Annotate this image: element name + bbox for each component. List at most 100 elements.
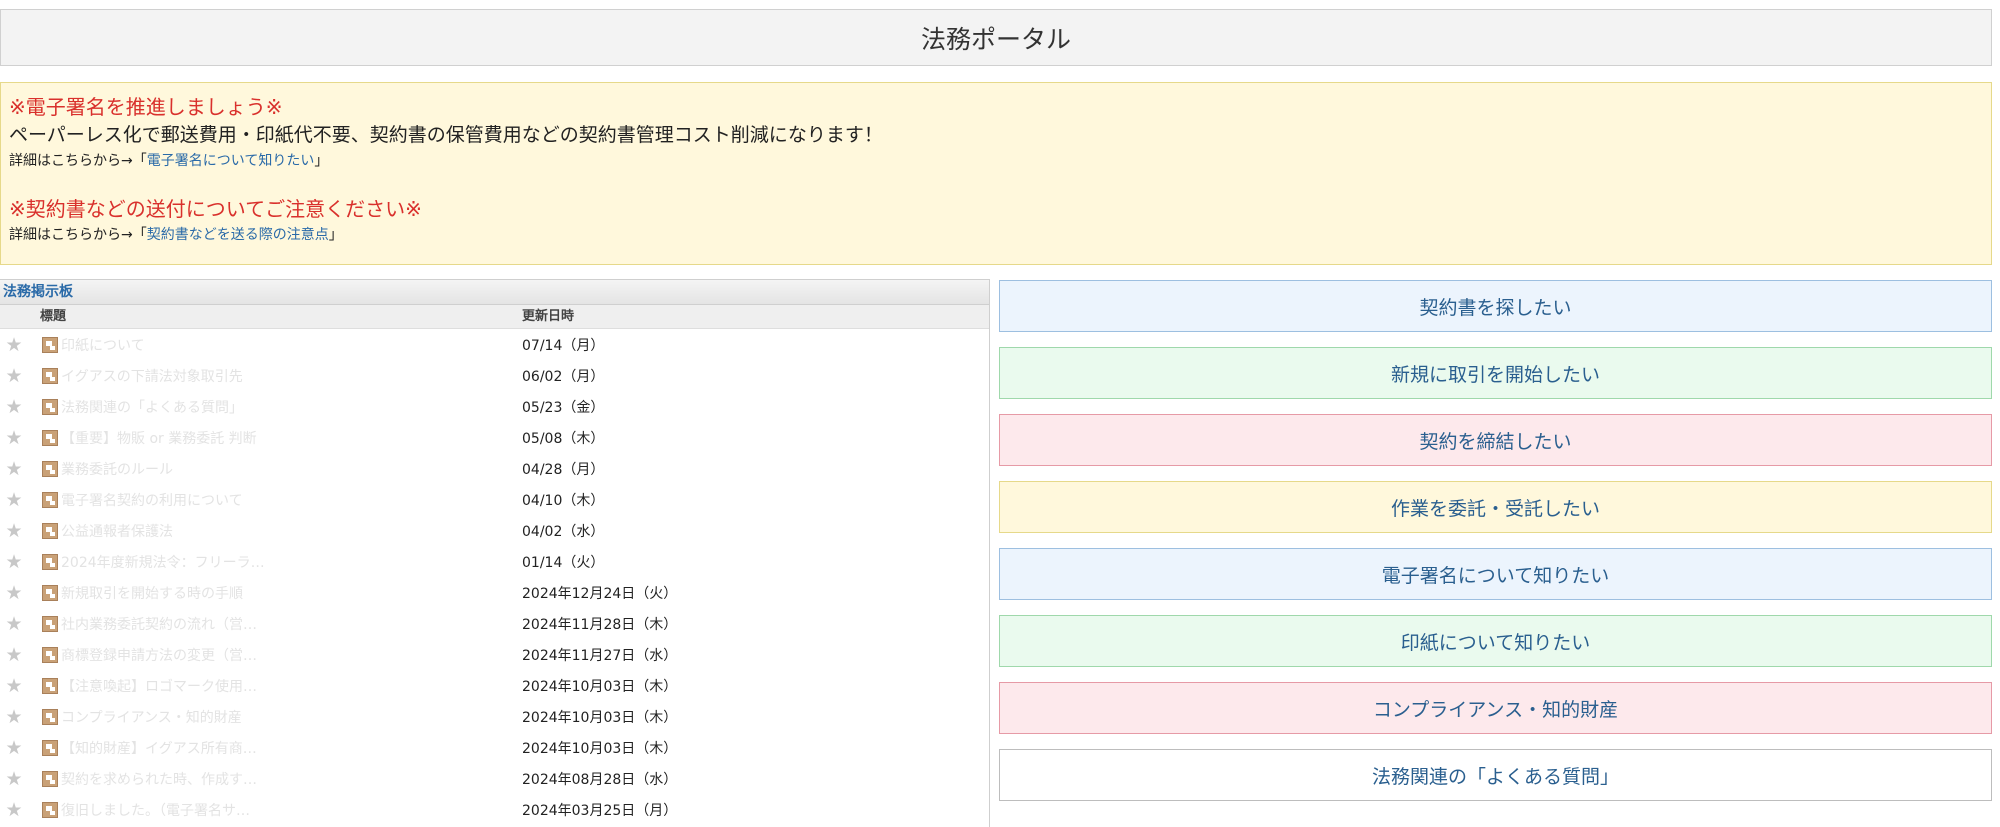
esign-detail-link[interactable]: 電子署名について知りたい [147,153,315,169]
board-title: 法務掲示板 [0,279,989,305]
portal-button-7[interactable]: コンプライアンス・知的財産 [999,682,1992,734]
notice-detail-esign: 詳細はこちらから→「電子署名について知りたい」 [9,153,329,169]
column-title[interactable]: 標題 [0,305,522,328]
table-row[interactable]: ★ 【重要】物販 or 業務委託 判断 05/08（木） [0,422,989,453]
document-icon [42,460,58,477]
star-icon[interactable]: ★ [0,365,28,387]
document-icon [42,801,58,818]
row-date: 2024年10月03日（木） [522,709,678,726]
document-icon [42,646,58,663]
document-icon [42,739,58,756]
table-row[interactable]: ★ 商標登録申請方法の変更（営… 2024年11月27日（水） [0,639,989,670]
star-icon[interactable]: ★ [0,582,28,604]
portal-button-6[interactable]: 印紙について知りたい [999,615,1992,667]
portal-button-3[interactable]: 契約を締結したい [999,414,1992,466]
row-title[interactable]: イグアスの下請法対象取引先 [60,366,522,386]
row-title[interactable]: 【重要】物販 or 業務委託 判断 [60,428,522,448]
star-icon[interactable]: ★ [0,551,28,573]
row-date: 06/02（月） [522,368,605,385]
row-title[interactable]: 公益通報者保護法 [60,521,522,541]
notice-heading-sending: ※契約書などの送付についてご注意ください※ [9,197,422,221]
table-row[interactable]: ★ イグアスの下請法対象取引先 06/02（月） [0,360,989,391]
portal-button-1[interactable]: 契約書を探したい [999,280,1992,332]
table-row[interactable]: ★ 【知的財産】イグアス所有商… 2024年10月03日（木） [0,732,989,763]
document-icon [42,398,58,415]
row-date: 04/02（水） [522,523,605,540]
star-icon[interactable]: ★ [0,489,28,511]
star-icon[interactable]: ★ [0,396,28,418]
star-icon[interactable]: ★ [0,334,28,356]
star-icon[interactable]: ★ [0,737,28,759]
star-icon[interactable]: ★ [0,458,28,480]
row-date: 04/10（木） [522,492,605,509]
row-title[interactable]: 社内業務委託契約の流れ（営… [60,614,522,634]
document-icon [42,367,58,384]
table-row[interactable]: ★ 業務委託のルール 04/28（月） [0,453,989,484]
document-icon [42,522,58,539]
row-date: 05/08（木） [522,430,605,447]
row-date: 04/28（月） [522,461,605,478]
row-date: 2024年11月27日（水） [522,647,678,664]
document-icon [42,770,58,787]
portal-button-2[interactable]: 新規に取引を開始したい [999,347,1992,399]
star-icon[interactable]: ★ [0,427,28,449]
star-icon[interactable]: ★ [0,520,28,542]
table-row[interactable]: ★ 法務関連の「よくある質問」 05/23（金） [0,391,989,422]
legal-bulletin-board: 法務掲示板 標題 更新日時 ★ 印紙について 07/14（月） ★ イグアスの下請法対象… [0,279,990,827]
row-date: 2024年10月03日（木） [522,740,678,757]
notice-heading-esign: ※電子署名を推進しましょう※ [9,95,283,119]
notice-panel: ※電子署名を推進しましょう※ ペーパーレス化で郵送費用・印紙代不要、契約書の保管… [0,82,1992,265]
portal-button-5[interactable]: 電子署名について知りたい [999,548,1992,600]
star-icon[interactable]: ★ [0,644,28,666]
board-rows: ★ 印紙について 07/14（月） ★ イグアスの下請法対象取引先 06/02（月） ★ 法務… [0,329,989,825]
star-icon[interactable]: ★ [0,613,28,635]
document-icon [42,708,58,725]
table-row[interactable]: ★ 公益通報者保護法 04/02（水） [0,515,989,546]
row-title[interactable]: 業務委託のルール [60,459,522,479]
row-date: 2024年08月28日（水） [522,771,678,788]
portal-button-8[interactable]: 法務関連の「よくある質問」 [999,749,1992,801]
document-icon [42,336,58,353]
row-title[interactable]: 【知的財産】イグアス所有商… [60,738,522,758]
row-title[interactable]: 2024年度新規法令：フリーラ… [60,552,522,572]
star-icon[interactable]: ★ [0,675,28,697]
row-date: 2024年10月03日（木） [522,678,678,695]
document-icon [42,429,58,446]
notice-detail-sending: 詳細はこちらから→「契約書などを送る際の注意点」 [9,227,343,243]
row-title[interactable]: 契約を求められた時、作成す… [60,769,522,789]
row-title[interactable]: 電子署名契約の利用について [60,490,522,510]
table-row[interactable]: ★ 電子署名契約の利用について 04/10（木） [0,484,989,515]
row-date: 2024年12月24日（火） [522,585,678,602]
row-date: 07/14（月） [522,337,605,354]
table-row[interactable]: ★ 復旧しました。（電子署名サ… 2024年03月25日（月） [0,794,989,825]
table-row[interactable]: ★ 【注意喚起】ロゴマーク使用… 2024年10月03日（木） [0,670,989,701]
quick-action-buttons: 契約書を探したい 新規に取引を開始したい 契約を締結したい 作業を委託・受託したい 電子… [999,280,1992,816]
row-title[interactable]: 商標登録申請方法の変更（営… [60,645,522,665]
sending-caution-link[interactable]: 契約書などを送る際の注意点 [147,227,329,243]
page-title: 法務ポータル [0,9,1992,66]
portal-button-4[interactable]: 作業を委託・受託したい [999,481,1992,533]
document-icon [42,615,58,632]
table-row[interactable]: ★ 2024年度新規法令：フリーラ… 01/14（火） [0,546,989,577]
table-row[interactable]: ★ 新規取引を開始する時の手順 2024年12月24日（火） [0,577,989,608]
row-title[interactable]: 印紙について [60,335,522,355]
table-row[interactable]: ★ 契約を求められた時、作成す… 2024年08月28日（水） [0,763,989,794]
table-row[interactable]: ★ 印紙について 07/14（月） [0,329,989,360]
table-row[interactable]: ★ 社内業務委託契約の流れ（営… 2024年11月28日（木） [0,608,989,639]
star-icon[interactable]: ★ [0,768,28,790]
row-date: 2024年03月25日（月） [522,802,678,819]
row-title[interactable]: 【注意喚起】ロゴマーク使用… [60,676,522,696]
document-icon [42,553,58,570]
table-row[interactable]: ★ コンプライアンス・知的財産 2024年10月03日（木） [0,701,989,732]
document-icon [42,677,58,694]
row-title[interactable]: 新規取引を開始する時の手順 [60,583,522,603]
board-column-header: 標題 更新日時 [0,305,989,329]
row-title[interactable]: 復旧しました。（電子署名サ… [60,800,522,820]
document-icon [42,584,58,601]
star-icon[interactable]: ★ [0,799,28,821]
row-date: 2024年11月28日（木） [522,616,678,633]
row-title[interactable]: コンプライアンス・知的財産 [60,707,522,727]
star-icon[interactable]: ★ [0,706,28,728]
column-updated[interactable]: 更新日時 [522,305,574,328]
row-title[interactable]: 法務関連の「よくある質問」 [60,397,522,417]
